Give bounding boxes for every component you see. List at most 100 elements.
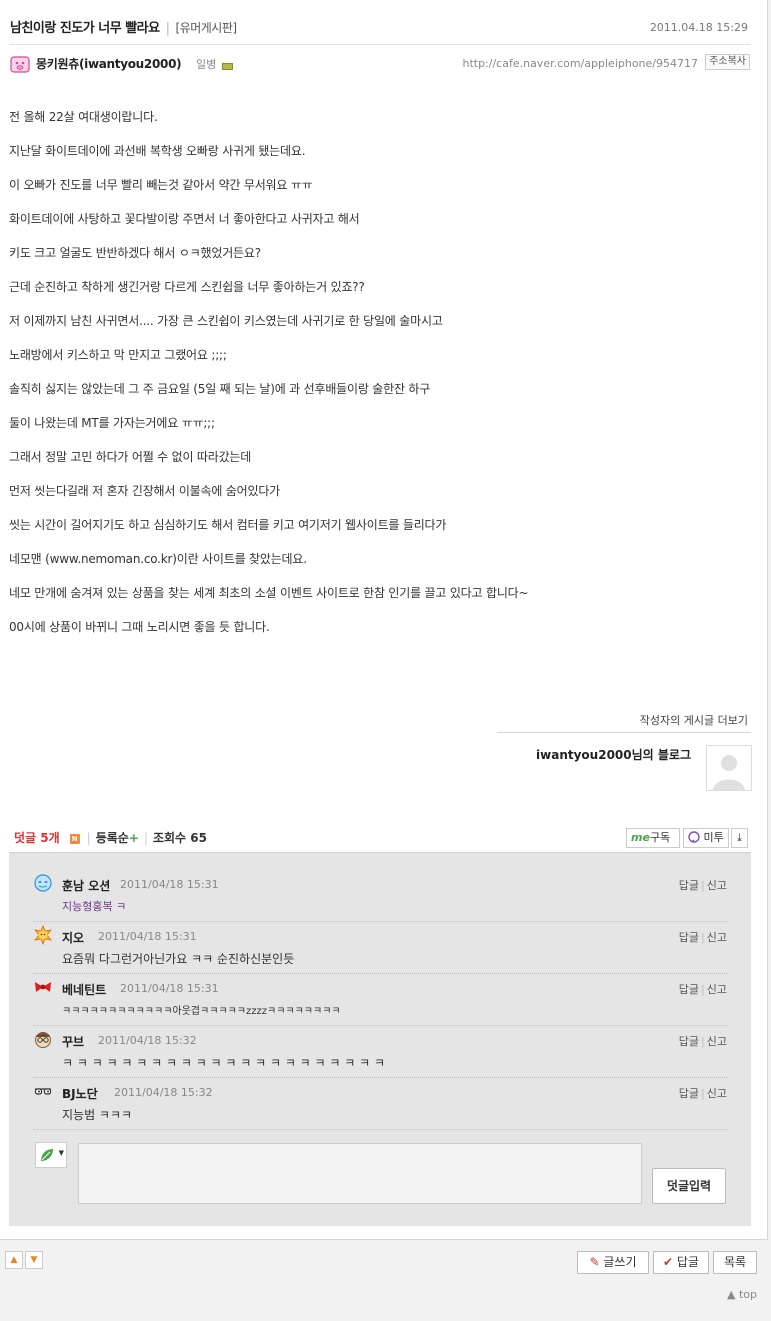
copy-url-button[interactable]: 주소복사 (705, 54, 750, 70)
metoo-bubble-icon (688, 831, 700, 843)
new-badge: N (69, 834, 80, 844)
subscribe-label: 구독 (649, 831, 671, 844)
comments-header: 덧글 5개 N | 등록순+ | 조회수 65 (14, 829, 207, 846)
author-name[interactable]: 몽키원츄(iwantyou2000) (36, 55, 182, 72)
comment-report-link[interactable]: 신고 (707, 1035, 727, 1048)
comment-actions: 답글 | 신고 (679, 929, 727, 945)
title-divider-line (9, 44, 751, 45)
comment-actions: 답글 | 신고 (679, 1033, 727, 1049)
post-body-line: 화이트데이에 사탕하고 꽃다발이랑 주면서 너 좋아한다고 사귀자고 해서 (9, 212, 360, 226)
comment-item: BJ노단 2011/04/18 15:32 답글 | 신고지능범 ㅋㅋㅋ (33, 1077, 727, 1130)
header-sep: | (143, 831, 148, 845)
red-ribbon-icon (35, 982, 51, 992)
comment-reply-link[interactable]: 답글 (679, 1035, 699, 1048)
title-divider: | (165, 21, 170, 36)
view-count: 조회수 65 (152, 831, 207, 845)
post-body-line: 전 올해 22살 여대생이랍니다. (9, 110, 158, 124)
comment-author[interactable]: 지오 (62, 929, 84, 946)
back-to-top-link[interactable]: ▲ top (727, 1288, 757, 1301)
post-body-line: 네모맨 (www.nemoman.co.kr)이란 사이트를 찾았는데요. (9, 552, 307, 566)
up-triangle-icon: ▲ (727, 1288, 736, 1301)
comment-item: 훈남 오션 2011/04/18 15:31 답글 | 신고지능형홍복 ㅋ (33, 869, 727, 922)
pencil-icon: ✎ (589, 1255, 600, 1269)
post-body-line: 이 오빠가 진도를 너무 빨리 빼는것 같아서 약간 무서워요 ㅠㅠ (9, 178, 313, 192)
post-body-line: 네모 만개에 숨겨져 있는 상품을 찾는 세계 최초의 소셜 이벤트 사이트로 … (9, 586, 529, 600)
comment-report-link[interactable]: 신고 (707, 879, 727, 892)
comment-text: 지능범 ㅋㅋㅋ (62, 1108, 133, 1122)
rank-badge-icon (222, 63, 233, 70)
sun-face-icon (34, 925, 52, 945)
comment-item: 베네틴트 2011/04/18 15:31 답글 | 신고 ㅋㅋㅋㅋㅋㅋㅋㅋㅋㅋㅋㅋ아웃겹… (33, 973, 727, 1026)
list-button[interactable]: 목록 (713, 1251, 757, 1274)
author-blog-link[interactable]: iwantyou2000님의 블로그 (536, 746, 691, 763)
comment-count[interactable]: 덧글 5개 (14, 831, 60, 845)
comment-item: 지오 2011/04/18 15:31 답글 | 신고요즘뭐 다그런거아닌가요 ㅋㅋ 순… (33, 921, 727, 974)
comment-author[interactable]: BJ노단 (62, 1085, 98, 1102)
comment-reply-link[interactable]: 답글 (679, 879, 699, 892)
post-body-line: 노래방에서 키스하고 막 만지고 그랬어요 ;;;; (9, 348, 227, 362)
comment-time: 2011/04/18 15:31 (98, 930, 197, 943)
action-divider: | (701, 931, 705, 944)
post-body-line: 키도 크고 얼굴도 반반하겠다 해서 ㅇㅋ했었거든요? (9, 246, 261, 260)
post-title[interactable]: 남친이랑 진도가 너무 빨라요 (10, 21, 160, 36)
comment-actions: 답글 | 신고 (679, 877, 727, 893)
comment-author[interactable]: 베네틴트 (62, 981, 106, 998)
comment-text: 요즘뭐 다그런거아닌가요 ㅋㅋ 순진하신분인듯 (62, 952, 295, 966)
comment-reply-link[interactable]: 답글 (679, 1087, 699, 1100)
comment-author[interactable]: 훈남 오션 (62, 877, 110, 894)
action-divider: | (701, 879, 705, 892)
glasses-face-icon (35, 1032, 51, 1048)
comment-reply-link[interactable]: 답글 (679, 983, 699, 996)
action-divider: | (701, 1087, 705, 1100)
post-title-row: 남친이랑 진도가 너무 빨라요 | [유머게시판] (10, 17, 237, 36)
post-body-line: 근데 순진하고 착하게 생긴거랑 다르게 스킨쉽을 너무 좋아하는거 있죠?? (9, 280, 365, 294)
blue-face-icon (34, 874, 52, 892)
blog-avatar-icon[interactable] (706, 745, 752, 791)
comment-box: 훈남 오션 2011/04/18 15:31 답글 | 신고 지능형홍복 ㅋ 지오 2011/… (9, 852, 751, 1226)
comment-text: 지능형홍복 ㅋ (62, 900, 127, 913)
me-subscribe-button[interactable]: me구독 (626, 828, 680, 848)
comment-input[interactable] (78, 1143, 642, 1204)
post-panel: 남친이랑 진도가 너무 빨라요 | [유머게시판] 2011.04.18 15:29… (0, 0, 768, 1240)
reply-label: 답글 (676, 1255, 699, 1269)
comment-submit-button[interactable]: 덧글입력 (652, 1168, 726, 1204)
next-post-down-icon[interactable]: ▼ (25, 1251, 43, 1269)
post-body-line: 솔직히 싫지는 않았는데 그 주 금요일 (5일 째 되는 날)에 과 선후배들… (9, 382, 431, 396)
comment-report-link[interactable]: 신고 (707, 1087, 727, 1100)
author-more-posts-link[interactable]: 작성자의 게시글 더보기 (640, 712, 748, 728)
reply-button[interactable]: ✔ 답글 (653, 1251, 709, 1274)
comment-report-link[interactable]: 신고 (707, 983, 727, 996)
comment-text: ㅋㅋㅋㅋㅋㅋㅋㅋㅋㅋㅋㅋ아웃겹ㅋㅋㅋㅋㅋzzzzㅋㅋㅋㅋㅋㅋㅋㅋ (62, 1006, 341, 1017)
top-label: top (738, 1288, 757, 1301)
emoticon-selector[interactable]: ▼ (35, 1142, 67, 1168)
comment-time: 2011/04/18 15:32 (114, 1086, 213, 1099)
post-url[interactable]: http://cafe.naver.com/appleiphone/954717 (462, 57, 698, 70)
author-rank: 일병 (196, 58, 217, 71)
sunglasses-icon (34, 1088, 52, 1095)
sort-plus-icon[interactable]: + (129, 831, 139, 845)
dropdown-arrow-icon: ▼ (58, 1149, 64, 1157)
comment-actions: 답글 | 신고 (679, 981, 727, 997)
write-button[interactable]: ✎ 글쓰기 (577, 1251, 649, 1274)
download-icon[interactable]: ⤓ (731, 828, 748, 848)
post-category[interactable]: [유머게시판] (176, 21, 238, 35)
comment-report-link[interactable]: 신고 (707, 931, 727, 944)
action-divider: | (701, 1035, 705, 1048)
post-date: 2011.04.18 15:29 (649, 21, 748, 34)
post-body-line: 저 이제까지 남친 사귀면서.... 가장 큰 스킨쉽이 키스였는데 사귀기로 … (9, 314, 443, 328)
header-sep: | (86, 831, 91, 845)
comment-time: 2011/04/18 15:31 (120, 878, 219, 891)
leaf-icon (41, 1149, 53, 1161)
comment-time: 2011/04/18 15:32 (98, 1034, 197, 1047)
post-body-line: 둘이 나왔는데 MT를 가자는거에요 ㅠㅠ;;; (9, 416, 215, 430)
metoo-label: 미투 (703, 831, 724, 844)
comment-reply-link[interactable]: 답글 (679, 931, 699, 944)
author-pig-icon (10, 56, 30, 73)
metoo-button[interactable]: 미투 (683, 828, 729, 848)
comment-item: 꾸브 2011/04/18 15:32 답글 | 신고 ㅋ ㅋ ㅋ ㅋ ㅋ ㅋ ㅋ ㅋ ㅋ… (33, 1025, 727, 1078)
comment-author[interactable]: 꾸브 (62, 1033, 84, 1050)
post-body-line: 지난달 화이트데이에 과선배 복학생 오빠랑 사귀게 됐는데요. (9, 144, 306, 158)
prev-post-up-icon[interactable]: ▲ (5, 1251, 23, 1269)
post-body-line: 먼저 씻는다길래 저 혼자 긴장해서 이불속에 숨어있다가 (9, 484, 281, 498)
sort-order[interactable]: 등록순 (96, 831, 129, 845)
